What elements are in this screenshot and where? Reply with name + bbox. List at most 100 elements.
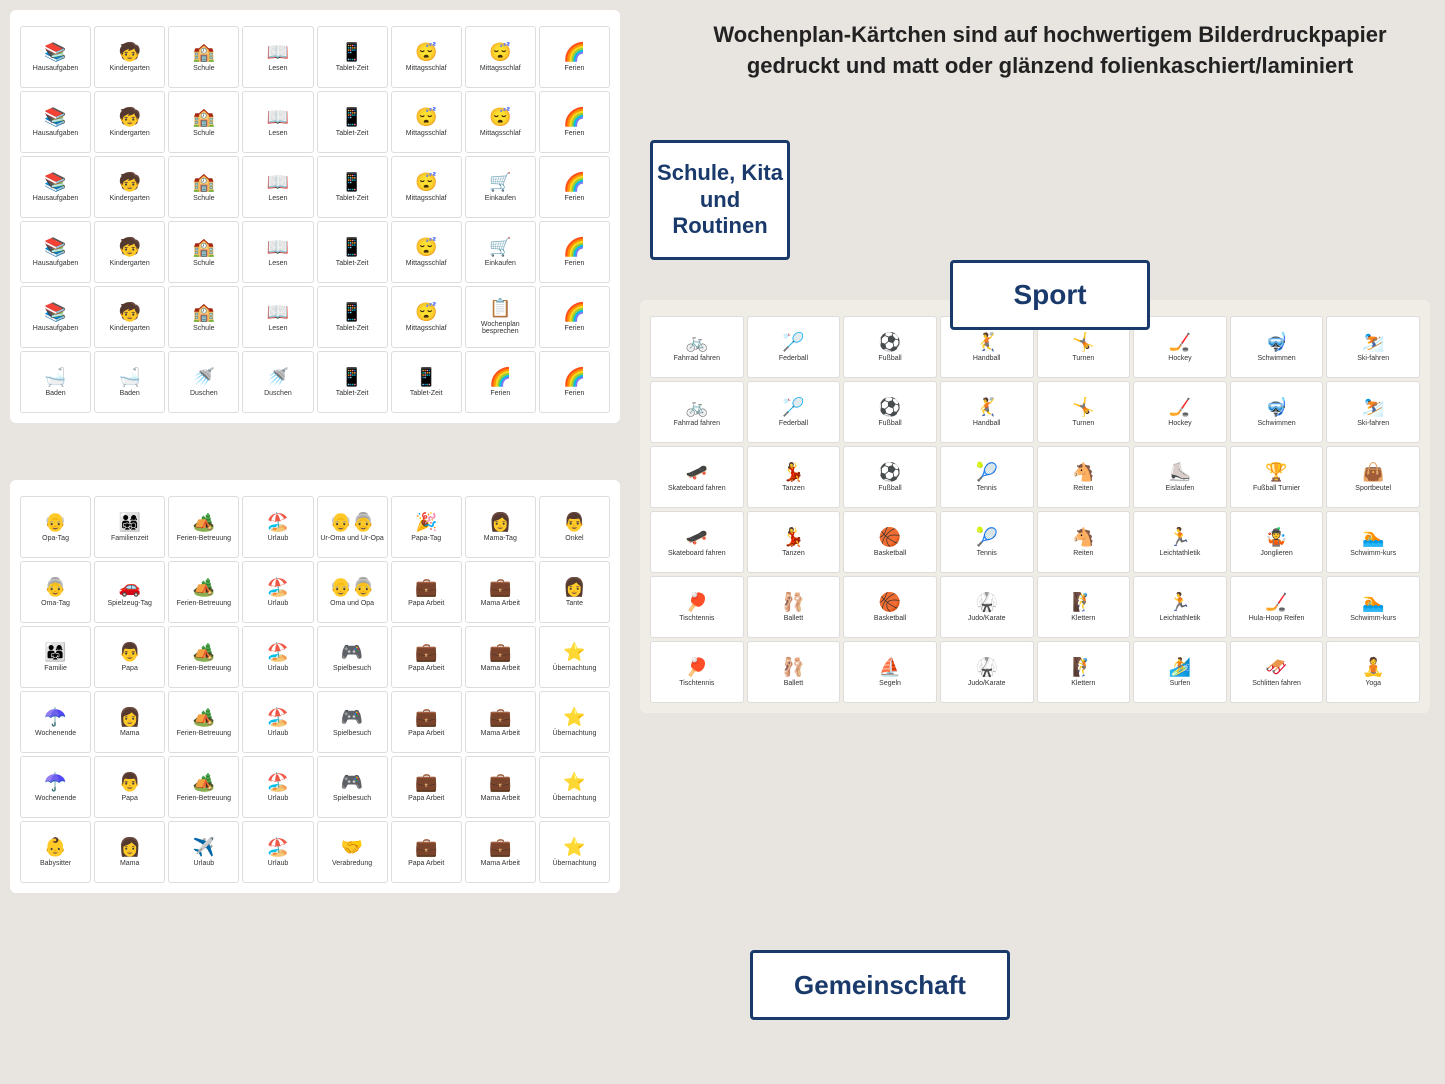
top-left-panel: 📚Hausaufgaben🧒Kindergarten🏫Schule📖Lesen📱…: [10, 10, 620, 423]
list-item: 📖Lesen: [242, 26, 313, 88]
list-item: 👨Papa: [94, 626, 165, 688]
list-item: 🐴Reiten: [1037, 446, 1131, 508]
list-item: 🤸Turnen: [1037, 381, 1131, 443]
list-item: 💼Papa Arbeit: [391, 561, 462, 623]
list-item: 📱Tablet-Zeit: [317, 91, 388, 153]
list-item: 🌈Ferien: [539, 91, 610, 153]
list-item: 👴Opa-Tag: [20, 496, 91, 558]
list-item: 🤝Verabredung: [317, 821, 388, 883]
list-item: 🧒Kindergarten: [94, 286, 165, 348]
list-item: 📖Lesen: [242, 91, 313, 153]
list-item: 🧗Klettern: [1037, 576, 1131, 638]
list-item: 🏫Schule: [168, 156, 239, 218]
list-item: 🥋Judo/Karate: [940, 576, 1034, 638]
list-item: ☂️Wochenende: [20, 756, 91, 818]
list-item: 🏕️Ferien-Betreuung: [168, 626, 239, 688]
list-item: 🌈Ferien: [465, 351, 536, 413]
list-item: 🏸Federball: [747, 381, 841, 443]
list-item: 🧗Klettern: [1037, 641, 1131, 703]
schule-badge: Schule, Kita und Routinen: [650, 140, 790, 260]
list-item: 💼Papa Arbeit: [391, 691, 462, 753]
list-item: 👨‍👩‍👧‍👦Familienzeit: [94, 496, 165, 558]
list-item: 🧒Kindergarten: [94, 91, 165, 153]
list-item: 🏓Tischtennis: [650, 641, 744, 703]
header-description: Wochenplan-Kärtchen sind auf hochwertige…: [680, 20, 1420, 82]
list-item: 🏫Schule: [168, 91, 239, 153]
list-item: 🎾Tennis: [940, 446, 1034, 508]
list-item: 👴👵Oma und Opa: [317, 561, 388, 623]
list-item: ⚽Fußball: [843, 381, 937, 443]
list-item: 🛹Skateboard fahren: [650, 446, 744, 508]
list-item: 🏀Basketball: [843, 511, 937, 573]
list-item: 🐴Reiten: [1037, 511, 1131, 573]
list-item: 😴Mittagsschlaf: [391, 156, 462, 218]
list-item: 🏄Surfen: [1133, 641, 1227, 703]
list-item: 📚Hausaufgaben: [20, 26, 91, 88]
list-item: 💼Papa Arbeit: [391, 821, 462, 883]
list-item: ⛷️Ski-fahren: [1326, 316, 1420, 378]
list-item: 🏖️Urlaub: [242, 561, 313, 623]
list-item: 🤹Jonglieren: [1230, 511, 1324, 573]
list-item: 📚Hausaufgaben: [20, 91, 91, 153]
list-item: 🏊Schwimm-kurs: [1326, 576, 1420, 638]
list-item: 👩Mama: [94, 691, 165, 753]
list-item: 🌈Ferien: [539, 156, 610, 218]
list-item: 👩Mama: [94, 821, 165, 883]
list-item: 👨‍👩‍👧Familie: [20, 626, 91, 688]
list-item: 🏫Schule: [168, 286, 239, 348]
list-item: 🌈Ferien: [539, 221, 610, 283]
list-item: 🩰Ballett: [747, 641, 841, 703]
list-item: ⭐Übernachtung: [539, 821, 610, 883]
list-item: 🏸Federball: [747, 316, 841, 378]
list-item: 📖Lesen: [242, 286, 313, 348]
list-item: 🏖️Urlaub: [242, 821, 313, 883]
list-item: 🏊Schwimm-kurs: [1326, 511, 1420, 573]
list-item: 👩Mama-Tag: [465, 496, 536, 558]
list-item: 🏖️Urlaub: [242, 626, 313, 688]
list-item: 🏃Leichtathletik: [1133, 511, 1227, 573]
list-item: 🏫Schule: [168, 221, 239, 283]
list-item: 🚗Spielzeug-Tag: [94, 561, 165, 623]
gemeinschaft-badge: Gemeinschaft: [750, 950, 1010, 1020]
sport-panel: 🚲Fahrrad fahren🏸Federball⚽Fußball🤾Handba…: [640, 300, 1430, 713]
list-item: 😴Mittagsschlaf: [465, 26, 536, 88]
list-item: 🏃Leichtathletik: [1133, 576, 1227, 638]
list-item: 👨Onkel: [539, 496, 610, 558]
list-item: 👜Sportbeutel: [1326, 446, 1420, 508]
list-item: 📖Lesen: [242, 221, 313, 283]
list-item: 💼Mama Arbeit: [465, 821, 536, 883]
list-item: 🏕️Ferien-Betreuung: [168, 496, 239, 558]
list-item: 🧒Kindergarten: [94, 26, 165, 88]
list-item: 🚿Duschen: [168, 351, 239, 413]
list-item: 😴Mittagsschlaf: [465, 91, 536, 153]
list-item: 📚Hausaufgaben: [20, 286, 91, 348]
list-item: 🧘Yoga: [1326, 641, 1420, 703]
bottom-left-panel: 👴Opa-Tag👨‍👩‍👧‍👦Familienzeit🏕️Ferien-Betr…: [10, 480, 620, 893]
list-item: 😴Mittagsschlaf: [391, 221, 462, 283]
list-item: 🤿Schwimmen: [1230, 316, 1324, 378]
list-item: 👵Oma-Tag: [20, 561, 91, 623]
list-item: 🏒Hula-Hoop Reifen: [1230, 576, 1324, 638]
list-item: 💼Mama Arbeit: [465, 691, 536, 753]
list-item: 💼Mama Arbeit: [465, 756, 536, 818]
list-item: 🚲Fahrrad fahren: [650, 316, 744, 378]
list-item: ✈️Urlaub: [168, 821, 239, 883]
list-item: 💃Tanzen: [747, 511, 841, 573]
list-item: 😴Mittagsschlaf: [391, 26, 462, 88]
list-item: 🌈Ferien: [539, 26, 610, 88]
list-item: 🏖️Urlaub: [242, 756, 313, 818]
list-item: 📱Tablet-Zeit: [317, 351, 388, 413]
list-item: 👶Babysitter: [20, 821, 91, 883]
list-item: 📱Tablet-Zeit: [317, 221, 388, 283]
list-item: 📚Hausaufgaben: [20, 221, 91, 283]
list-item: 👩Tante: [539, 561, 610, 623]
list-item: 🛹Skateboard fahren: [650, 511, 744, 573]
list-item: 🏫Schule: [168, 26, 239, 88]
list-item: 💼Papa Arbeit: [391, 626, 462, 688]
list-item: 📖Lesen: [242, 156, 313, 218]
list-item: 🌈Ferien: [539, 286, 610, 348]
list-item: 🌈Ferien: [539, 351, 610, 413]
header-text: Wochenplan-Kärtchen sind auf hochwertige…: [680, 20, 1420, 82]
list-item: 🎾Tennis: [940, 511, 1034, 573]
list-item: 🚲Fahrrad fahren: [650, 381, 744, 443]
